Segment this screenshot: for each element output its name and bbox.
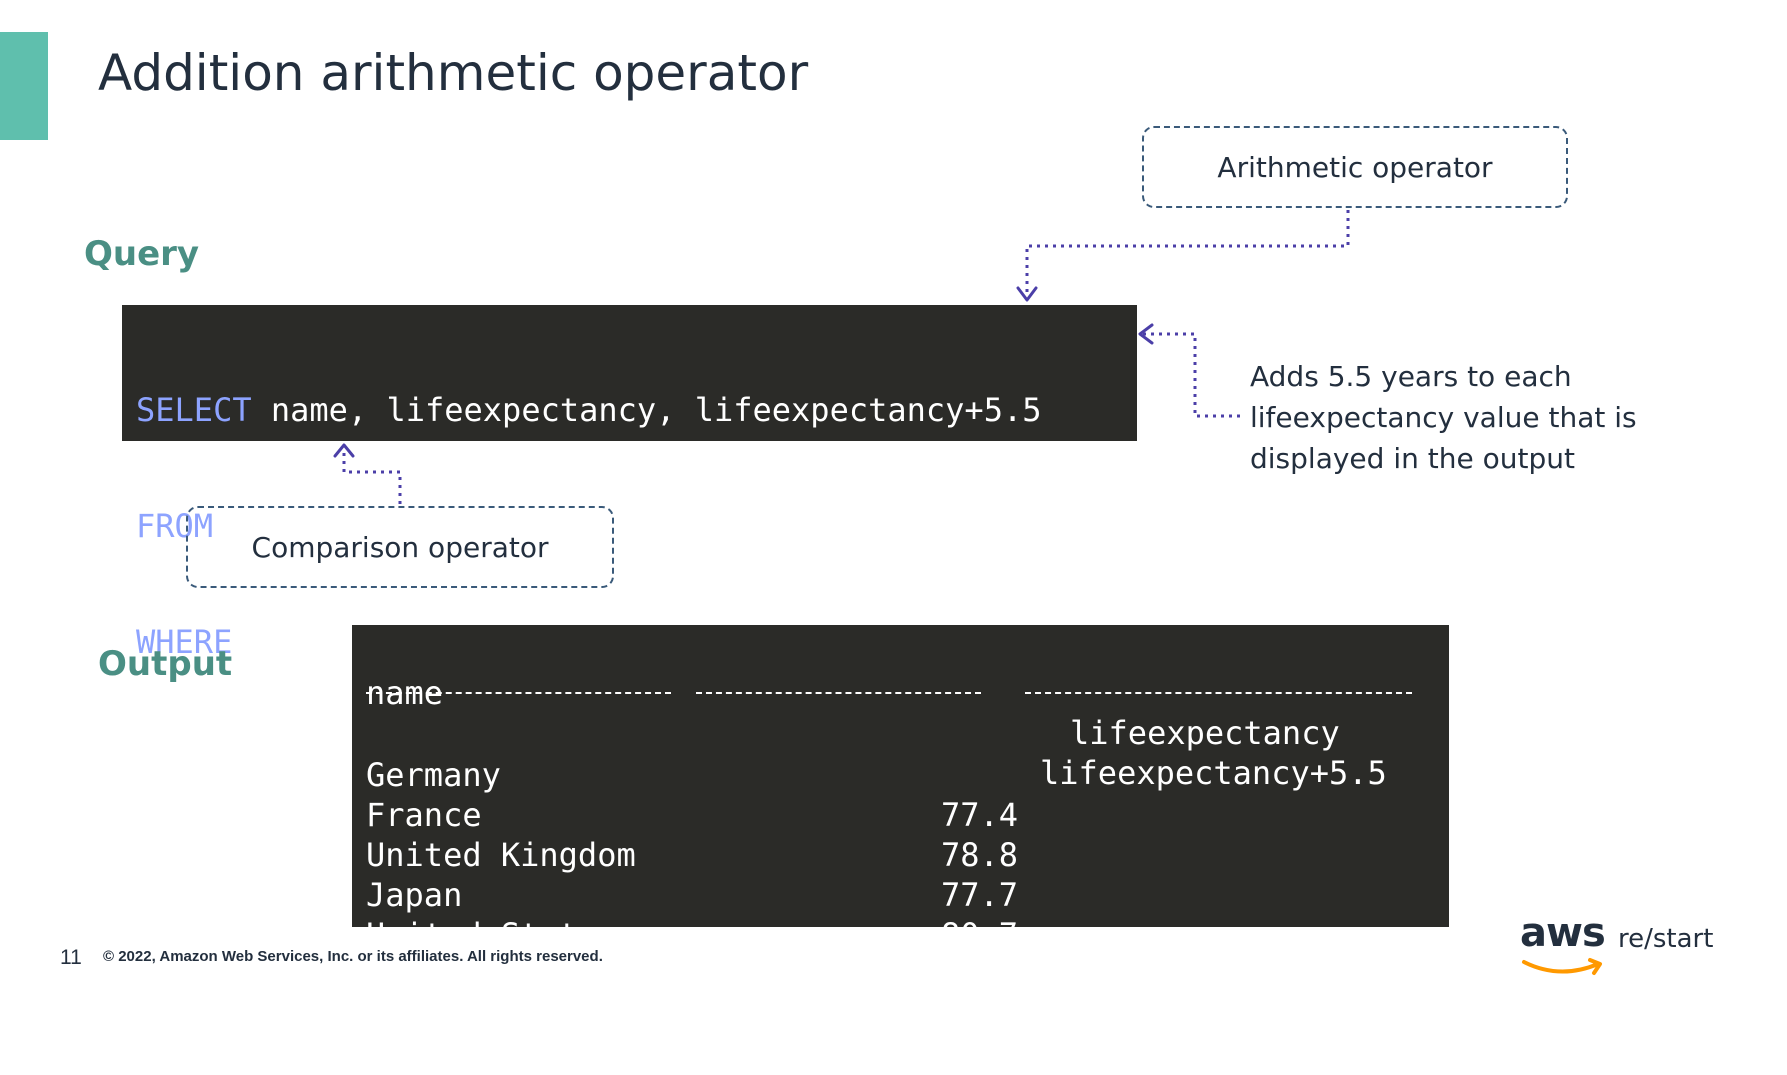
- table-row: Japan 80.7 86.2: [352, 835, 1766, 994]
- comparison-connector: [342, 450, 402, 504]
- aws-wordmark: aws: [1520, 910, 1606, 956]
- output-separator-row: [352, 673, 1449, 713]
- cell-lifeexpectancy: 80.7: [940, 916, 1018, 954]
- output-table: name lifeexpectancy lifeexpectancy+5.5 G…: [352, 625, 1766, 1034]
- table-row: United Kingdom 77.7 83.2: [352, 795, 1766, 954]
- table-row: France 78.8 84.3: [352, 755, 1766, 914]
- cell-lifeexpectancy: 77.1: [940, 956, 1018, 994]
- cell-lifeexpectancy-plus: 82.6: [1688, 996, 1766, 1034]
- page-number: 11: [60, 946, 82, 969]
- aws-restart-logo: aws re/start: [1520, 910, 1720, 980]
- copyright-notice: © 2022, Amazon Web Services, Inc. or its…: [103, 948, 603, 965]
- separator-line: [366, 692, 671, 694]
- output-header-row: name lifeexpectancy lifeexpectancy+5.5: [352, 633, 1449, 792]
- separator-line: [1025, 692, 1412, 694]
- separator-line: [696, 692, 981, 694]
- arithmetic-connector: [1025, 210, 1350, 294]
- restart-wordmark: re/start: [1618, 924, 1714, 954]
- output-label: Output: [98, 644, 233, 684]
- table-row: United States 77.1 82.6: [352, 875, 1766, 1034]
- table-row: Germany 77.4 82.9: [352, 715, 1766, 874]
- note-connector: [1142, 332, 1240, 418]
- aws-smile-icon: [1522, 958, 1602, 975]
